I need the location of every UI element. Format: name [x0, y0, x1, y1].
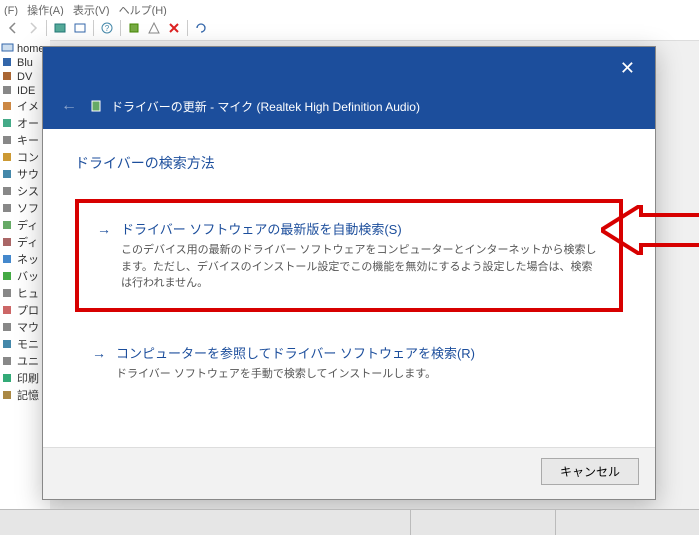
tree-item-label: イメ	[17, 98, 39, 114]
refresh-icon[interactable]	[192, 19, 210, 37]
device-category-icon	[1, 372, 14, 385]
status-bar	[0, 509, 699, 535]
tree-item-label: Blu	[17, 57, 33, 69]
tree-item-label: ディ	[17, 217, 38, 233]
device-category-icon	[1, 304, 14, 317]
divider	[93, 20, 94, 36]
dialog-title-text: ドライバーの更新 - マイク (Realtek High Definition …	[111, 98, 420, 115]
device-category-icon	[1, 202, 14, 215]
arrow-right-icon: →	[92, 345, 106, 361]
divider	[46, 20, 47, 36]
forward-icon[interactable]	[24, 19, 42, 37]
tree-item-label: キー	[17, 132, 39, 148]
device-category-icon	[1, 56, 14, 69]
option-auto-title: ドライバー ソフトウェアの最新版を自動検索(S)	[121, 219, 601, 238]
tree-item-label: バッ	[17, 268, 39, 284]
device-category-icon	[1, 236, 14, 249]
back-icon[interactable]	[4, 19, 22, 37]
dialog-body: ドライバーの検索方法 → ドライバー ソフトウェアの最新版を自動検索(S) この…	[43, 129, 655, 447]
tree-item-label: マウ	[17, 319, 39, 335]
arrow-right-icon: →	[97, 221, 111, 237]
device-category-icon	[1, 70, 14, 83]
tree-item-label: ディ	[17, 234, 38, 250]
device-category-icon	[1, 219, 14, 232]
tree-item-label: DV	[17, 71, 32, 83]
device-category-icon	[1, 389, 14, 402]
tree-item-label: ネッ	[17, 251, 39, 267]
device-category-icon	[1, 338, 14, 351]
tree-item-label: プロ	[17, 302, 39, 318]
tree-item-label: 記憶	[17, 387, 39, 403]
disable-icon[interactable]	[145, 19, 163, 37]
tree-item-label: IDE	[17, 85, 35, 97]
divider	[410, 510, 411, 535]
device-category-icon	[1, 117, 14, 130]
device-category-icon	[1, 253, 14, 266]
driver-update-dialog: ✕ ← ドライバーの更新 - マイク (Realtek High Definit…	[42, 46, 656, 500]
back-arrow-icon[interactable]: ←	[57, 95, 81, 117]
option-auto-search[interactable]: → ドライバー ソフトウェアの最新版を自動検索(S) このデバイス用の最新のドラ…	[75, 199, 623, 312]
device-category-icon	[1, 151, 14, 164]
dialog-footer: キャンセル	[43, 447, 655, 499]
divider	[187, 20, 188, 36]
device-category-icon	[1, 168, 14, 181]
option-auto-desc: このデバイス用の最新のドライバー ソフトウェアをコンピューターとインターネットか…	[121, 242, 601, 292]
device-category-icon	[1, 134, 14, 147]
tree-item-label: ユニ	[17, 353, 39, 369]
option-browse-title: コンピューターを参照してドライバー ソフトウェアを検索(R)	[116, 343, 475, 362]
search-method-heading: ドライバーの検索方法	[75, 153, 623, 173]
tree-item-label: オー	[17, 115, 39, 131]
tree-item-label: コン	[17, 149, 39, 165]
tree-item-label: サウ	[17, 166, 39, 182]
device-icon[interactable]	[51, 19, 69, 37]
dialog-header: ← ドライバーの更新 - マイク (Realtek High Definitio…	[43, 89, 655, 129]
uninstall-icon[interactable]	[165, 19, 183, 37]
divider	[120, 20, 121, 36]
device-category-icon	[1, 185, 14, 198]
device-category-icon	[1, 100, 14, 113]
divider	[555, 510, 556, 535]
help-icon[interactable]: ?	[98, 19, 116, 37]
tree-item-label: シス	[17, 183, 39, 199]
option-browse-desc: ドライバー ソフトウェアを手動で検索してインストールします。	[116, 366, 475, 383]
close-icon[interactable]: ✕	[612, 54, 643, 83]
device-category-icon	[1, 355, 14, 368]
update-icon[interactable]	[125, 19, 143, 37]
cancel-button[interactable]: キャンセル	[541, 458, 639, 485]
device-category-icon	[1, 84, 14, 97]
device-category-icon	[1, 287, 14, 300]
tree-item-label: 印刷	[17, 370, 39, 386]
option-browse[interactable]: → コンピューターを参照してドライバー ソフトウェアを検索(R) ドライバー ソ…	[75, 330, 623, 396]
device-category-icon	[1, 321, 14, 334]
device-category-icon	[1, 270, 14, 283]
scan-icon[interactable]	[71, 19, 89, 37]
device-small-icon	[89, 99, 103, 113]
tree-item-label: モニ	[17, 336, 39, 352]
tree-item-label: ソフ	[17, 200, 39, 216]
tree-item-label: ヒュ	[17, 285, 39, 301]
computer-icon	[1, 42, 14, 55]
svg-text:?: ?	[105, 24, 110, 33]
toolbar: ?	[0, 16, 699, 41]
dialog-titlebar: ✕	[43, 47, 655, 89]
